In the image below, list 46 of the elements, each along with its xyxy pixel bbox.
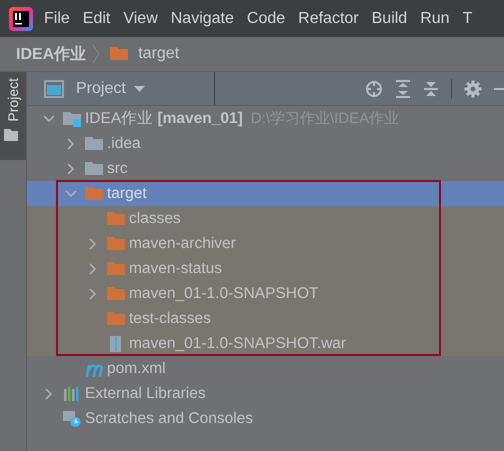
locate-icon[interactable] — [365, 80, 383, 98]
folder-icon — [110, 46, 128, 62]
tree-item[interactable]: maven_01-1.0-SNAPSHOT.war — [27, 331, 504, 356]
menu-item[interactable]: File — [44, 10, 70, 28]
menu-item[interactable]: T — [462, 10, 472, 28]
settings-icon[interactable] — [464, 80, 482, 98]
module-folder-icon — [63, 110, 81, 126]
tree-item[interactable]: Scratches and Consoles — [27, 406, 504, 431]
tree-item[interactable]: classes — [27, 206, 504, 231]
folder-icon — [4, 128, 18, 142]
tree-item[interactable]: .idea — [27, 131, 504, 156]
dropdown-caret-icon — [134, 86, 145, 92]
folder-icon — [107, 210, 125, 226]
app-logo-icon — [9, 6, 33, 30]
libraries-icon — [63, 386, 81, 402]
breadcrumb-item[interactable]: target — [138, 45, 180, 63]
tree-item[interactable]: test-classes — [27, 306, 504, 331]
chevron-icon — [92, 44, 100, 64]
expand-all-icon[interactable] — [395, 80, 411, 98]
tree-item[interactable]: pom.xml — [27, 356, 504, 381]
view-selector[interactable]: Project — [27, 72, 215, 105]
menu-item[interactable]: Run — [420, 10, 450, 28]
folder-icon — [85, 160, 103, 176]
folder-icon — [107, 286, 125, 302]
folder-icon — [107, 260, 125, 276]
breadcrumb-item[interactable]: IDEA作业 — [16, 44, 86, 64]
tree-item[interactable]: maven_01-1.0-SNAPSHOT — [27, 281, 504, 306]
tree-item[interactable]: maven-status — [27, 256, 504, 281]
folder-icon — [107, 236, 125, 252]
tree-item[interactable]: maven-archiver — [27, 231, 504, 256]
tree-item[interactable]: External Libraries — [27, 381, 504, 406]
folder-icon — [107, 310, 125, 326]
tree-item[interactable]: target — [27, 181, 504, 206]
menu-item[interactable]: Code — [246, 10, 286, 28]
folder-icon — [85, 186, 103, 202]
menu-item[interactable]: Navigate — [170, 10, 234, 28]
menu-item[interactable]: Edit — [82, 10, 110, 28]
folder-icon — [85, 136, 103, 152]
menu-item[interactable]: Build — [372, 10, 408, 28]
menu-item[interactable]: View — [123, 10, 158, 28]
scratches-clock-icon — [63, 410, 81, 426]
collapse-all-icon[interactable] — [423, 80, 439, 98]
menu-item[interactable]: Refactor — [298, 10, 359, 28]
tree-item[interactable]: src — [27, 156, 504, 181]
window-icon — [44, 80, 64, 98]
side-tab[interactable]: Project — [0, 72, 26, 160]
